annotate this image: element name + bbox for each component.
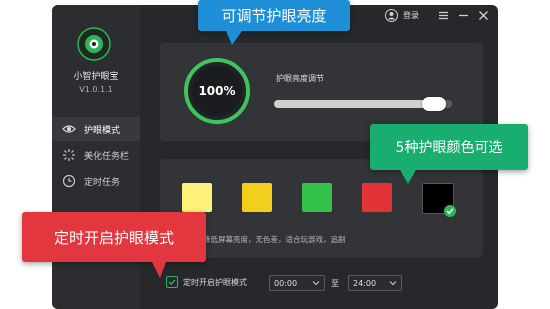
color-swatch[interactable] [182,183,212,212]
menu-icon [439,11,448,20]
end-time-value: 24:00 [353,278,377,288]
sidebar-item-eye-mode[interactable]: 护眼模式 [52,117,140,141]
check-icon [168,279,176,286]
sidebar-item-label: 美化任务栏 [84,151,130,162]
sidebar-item-label: 护眼模式 [84,125,121,136]
menu-button[interactable] [437,9,450,22]
schedule-toggle[interactable]: 定时开启护眼模式 [166,276,247,288]
login-button[interactable]: 登录 [385,9,419,22]
user-icon [385,9,398,22]
start-time-select[interactable]: 00:00 [269,275,325,291]
color-swatch[interactable] [362,183,392,212]
sidebar-item-taskbar[interactable]: 美化任务栏 [52,143,140,167]
color-description: 深度降低屏幕亮度，无色差，适合玩游戏，追剧 [188,235,346,244]
selected-check-icon [444,205,456,217]
colors-callout: 5种护眼颜色可选 [370,124,528,170]
color-swatch[interactable] [242,183,272,212]
minimize-button[interactable] [457,9,470,22]
sidebar-item-timer[interactable]: 定时任务 [52,169,140,193]
end-time-select[interactable]: 24:00 [348,275,402,291]
sparkle-icon [62,148,76,162]
schedule-callout: 定时开启护眼模式 [22,212,206,262]
schedule-checkbox[interactable] [166,276,178,288]
brightness-slider[interactable] [274,97,452,111]
chevron-down-icon [312,279,320,289]
slider-thumb[interactable] [422,97,447,111]
eye-icon [62,122,76,136]
close-button[interactable] [477,9,490,22]
chevron-down-icon [389,279,397,289]
brightness-callout: 可调节护眼亮度 [198,0,350,31]
colors-callout-tail [400,170,416,184]
to-label: 至 [331,279,339,288]
app-version: V1.0.1.1 [79,85,113,94]
schedule-callout-tail [152,262,166,278]
minimize-icon [459,14,468,17]
start-time-value: 00:00 [274,278,298,288]
color-panel: 深度降低屏幕亮度，无色差，适合玩游戏，追剧 [160,159,483,258]
brightness-label: 护眼亮度调节 [276,74,324,83]
login-label: 登录 [403,11,419,20]
close-icon [479,11,488,20]
schedule-checkbox-label: 定时开启护眼模式 [183,277,247,287]
sidebar: 小智护眼宝 V1.0.1.1 护眼模式 美化任务栏 定时任务 [52,5,140,309]
brightness-value: 100% [198,84,236,98]
clock-icon [62,174,76,188]
app-name: 小智护眼宝 [73,72,119,82]
brightness-callout-tail [226,31,242,45]
color-swatch[interactable] [302,183,332,212]
app-logo-icon [77,27,111,61]
sidebar-item-label: 定时任务 [84,177,121,188]
slider-fill [274,100,435,108]
